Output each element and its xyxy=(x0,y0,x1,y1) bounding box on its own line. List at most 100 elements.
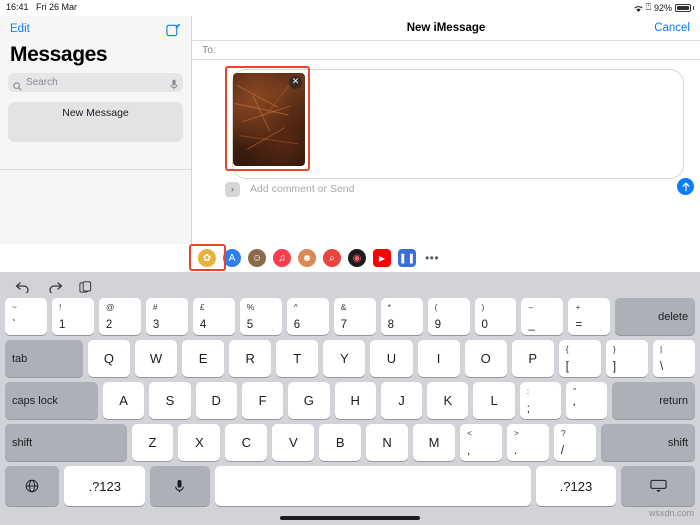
key-comma[interactable]: <, xyxy=(460,424,502,461)
key-return[interactable]: return xyxy=(612,382,696,419)
ipad-messages-screen: 16:41 Fri 26 Mar ⍞ 92% Edit Messages Sea… xyxy=(0,0,700,525)
key-y[interactable]: Y xyxy=(323,340,366,377)
key-backslash[interactable]: | \ xyxy=(652,340,696,377)
mediaplayer-glyph: ▌▐ xyxy=(401,253,413,263)
hide-keyboard-icon[interactable] xyxy=(621,466,695,506)
key-sub: ' xyxy=(573,403,576,415)
key-f[interactable]: F xyxy=(241,382,284,419)
key-s[interactable]: S xyxy=(149,382,191,419)
key-label: D xyxy=(211,393,221,408)
key-5[interactable]: % 5 xyxy=(239,298,282,335)
key-delete[interactable]: delete xyxy=(615,298,696,335)
key-numbers-right[interactable]: .?123 xyxy=(535,466,617,506)
key-period[interactable]: >. xyxy=(506,424,549,461)
photo-attachment-thumbnail[interactable]: ✕ xyxy=(233,73,305,166)
key-equals[interactable]: + = xyxy=(568,298,611,335)
key-v[interactable]: V xyxy=(272,424,315,461)
globe-icon[interactable] xyxy=(5,466,60,506)
podcast-app-icon[interactable]: ◉ xyxy=(348,249,366,267)
key-0[interactable]: ) 0 xyxy=(474,298,517,335)
images-search-app-icon[interactable]: ⌕ xyxy=(323,249,341,267)
undo-icon[interactable] xyxy=(15,281,31,293)
key-1[interactable]: ! 1 xyxy=(51,298,94,335)
key-bracket-close[interactable]: }] xyxy=(605,340,648,377)
key-numbers-left[interactable]: .?123 xyxy=(64,466,146,506)
key-shift-left[interactable]: shift xyxy=(5,424,127,461)
key-j[interactable]: J xyxy=(380,382,423,419)
key-h[interactable]: H xyxy=(334,382,376,419)
key-g[interactable]: G xyxy=(288,382,330,419)
key-quote[interactable]: " ' xyxy=(566,382,608,419)
key-w[interactable]: W xyxy=(134,340,178,377)
music-app-icon[interactable]: ♫ xyxy=(273,249,291,267)
key-3[interactable]: #3 xyxy=(145,298,188,335)
sidebar-divider xyxy=(0,169,191,170)
key-8[interactable]: * 8 xyxy=(380,298,423,335)
expand-apps-icon[interactable]: › xyxy=(225,181,240,197)
edit-button[interactable]: Edit xyxy=(10,23,30,35)
key-9[interactable]: (9 xyxy=(427,298,470,335)
key-sup: ( xyxy=(434,302,438,312)
animoji-app-icon[interactable]: ☻ xyxy=(298,249,316,267)
search-input[interactable]: Search xyxy=(8,73,183,92)
key-sub: 5 xyxy=(246,319,254,331)
key-tab[interactable]: tab xyxy=(5,340,83,377)
key-slash[interactable]: ? / xyxy=(553,424,596,461)
mediaplayer-app-icon[interactable]: ▌▐ xyxy=(398,249,416,267)
more-apps-icon[interactable]: ••• xyxy=(423,249,441,267)
list-item[interactable]: New Message xyxy=(8,102,183,142)
cancel-button[interactable]: Cancel xyxy=(654,22,690,34)
key-bracket-open[interactable]: {[ xyxy=(558,340,601,377)
compose-icon[interactable] xyxy=(166,22,181,37)
key-k[interactable]: K xyxy=(427,382,469,419)
key-semicolon[interactable]: :; xyxy=(519,382,562,419)
recipient-row[interactable]: To: xyxy=(192,41,700,60)
key-b[interactable]: B xyxy=(319,424,362,461)
send-button[interactable] xyxy=(677,178,694,195)
key-label: H xyxy=(350,393,360,408)
key-a[interactable]: A xyxy=(102,382,145,419)
photos-app-icon[interactable]: ✿ xyxy=(198,249,216,267)
key-m[interactable]: M xyxy=(413,424,455,461)
app-store-app-icon[interactable]: A xyxy=(223,249,241,267)
key-c[interactable]: C xyxy=(225,424,268,461)
key-p[interactable]: P xyxy=(511,340,554,377)
key-space[interactable] xyxy=(214,466,531,506)
key-2[interactable]: @2 xyxy=(98,298,141,335)
key-i[interactable]: I xyxy=(417,340,460,377)
key-sup: @ xyxy=(105,302,115,312)
key-n[interactable]: N xyxy=(366,424,409,461)
paste-icon[interactable] xyxy=(79,280,92,294)
redo-icon[interactable] xyxy=(47,281,63,293)
key-sup: > xyxy=(513,428,519,438)
key-sup: ~ xyxy=(12,302,17,312)
key-l[interactable]: L xyxy=(473,382,515,419)
key-u[interactable]: U xyxy=(370,340,413,377)
key-sup: £ xyxy=(199,302,205,312)
key-sub: 3 xyxy=(152,319,160,331)
key-sub: \ xyxy=(659,361,664,373)
key-caps-lock[interactable]: caps lock xyxy=(5,382,98,419)
key-6[interactable]: ^ 6 xyxy=(286,298,329,335)
key-z[interactable]: Z xyxy=(131,424,174,461)
key-minus[interactable]: – _ xyxy=(521,298,564,335)
microphone-icon[interactable] xyxy=(170,77,178,90)
key-backtick[interactable]: ~ ` xyxy=(5,298,47,335)
memoji-app-icon[interactable]: ☺ xyxy=(248,249,266,267)
key-q[interactable]: Q xyxy=(87,340,130,377)
key-d[interactable]: D xyxy=(195,382,237,419)
key-7[interactable]: & 7 xyxy=(333,298,376,335)
key-x[interactable]: X xyxy=(178,424,221,461)
key-4[interactable]: £4 xyxy=(192,298,235,335)
remove-attachment-icon[interactable]: ✕ xyxy=(289,76,302,89)
key-t[interactable]: T xyxy=(276,340,319,377)
key-dictation[interactable] xyxy=(150,466,210,506)
key-e[interactable]: E xyxy=(182,340,225,377)
home-indicator[interactable] xyxy=(280,516,420,520)
key-sub: [ xyxy=(565,361,569,373)
key-r[interactable]: R xyxy=(229,340,272,377)
key-shift-right[interactable]: shift xyxy=(600,424,696,461)
message-input-placeholder[interactable]: Add comment or Send xyxy=(250,183,354,195)
key-o[interactable]: O xyxy=(464,340,507,377)
youtube-app-icon[interactable]: ▶ xyxy=(373,249,391,267)
